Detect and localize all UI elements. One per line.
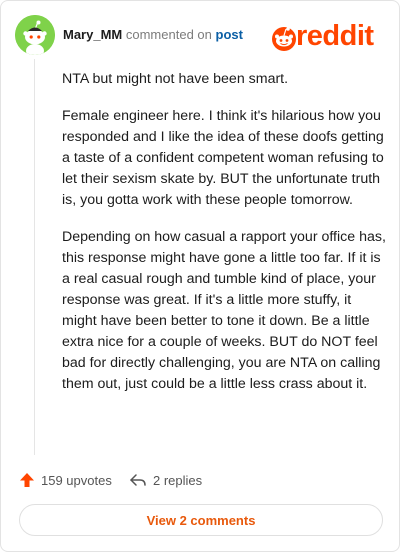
view-comments-button[interactable]: View 2 comments bbox=[19, 504, 383, 536]
post-link[interactable]: post bbox=[216, 27, 243, 42]
reply-button[interactable]: 2 replies bbox=[129, 469, 202, 491]
reply-count: 2 replies bbox=[153, 472, 203, 488]
comment-card: Mary_MM commented on post reddit NTA but… bbox=[0, 0, 400, 552]
reply-arrow-icon bbox=[130, 474, 146, 486]
upvote-button[interactable]: 159 upvotes bbox=[19, 469, 112, 491]
reddit-logo[interactable]: reddit bbox=[271, 20, 381, 52]
thread-line bbox=[34, 59, 35, 455]
reddit-wordmark: reddit bbox=[296, 20, 374, 52]
comment-byline: Mary_MM commented on post bbox=[63, 27, 243, 42]
comment-body: NTA but might not have been smart. Femal… bbox=[62, 69, 388, 411]
username-link[interactable]: Mary_MM bbox=[63, 27, 122, 42]
snoo-avatar-icon[interactable] bbox=[15, 15, 55, 55]
upvote-count: 159 upvotes bbox=[41, 472, 112, 488]
byline-action-text: commented on bbox=[125, 27, 212, 42]
comment-paragraph: Female engineer here. I think it's hilar… bbox=[62, 108, 384, 208]
upvote-arrow-icon bbox=[20, 473, 34, 487]
comment-header: Mary_MM commented on post reddit bbox=[15, 15, 385, 55]
reddit-alien-icon bbox=[272, 27, 296, 51]
comment-actions: 159 upvotes 2 replies bbox=[19, 469, 379, 491]
comment-paragraph: Depending on how casual a rapport your o… bbox=[62, 229, 386, 392]
comment-paragraph: NTA but might not have been smart. bbox=[62, 71, 289, 87]
